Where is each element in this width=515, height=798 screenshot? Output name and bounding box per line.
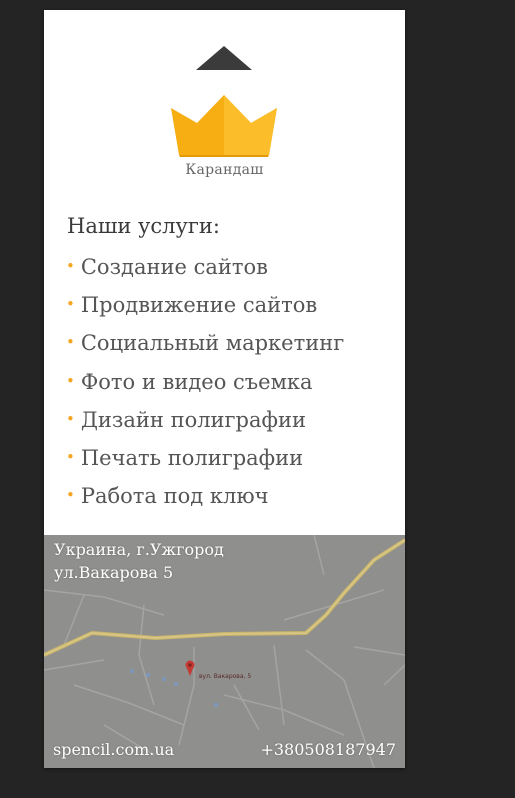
service-label: Печать полиграфии	[80, 445, 304, 470]
logo: Карандаш	[44, 10, 405, 200]
service-label: Фото и видео съемка	[80, 369, 313, 394]
service-item: • Создание сайтов	[66, 251, 344, 289]
logo-name: Карандаш	[185, 162, 264, 178]
services-list: • Создание сайтов • Продвижение сайтов • Со…	[66, 251, 344, 518]
service-item: • Продвижение сайтов	[66, 289, 344, 327]
bullet-icon: •	[66, 409, 75, 428]
service-item: • Печать полиграфии	[66, 442, 344, 480]
service-label: Создание сайтов	[80, 255, 268, 279]
address-line1: Украина, г.Ужгород	[54, 540, 224, 559]
service-label: Работа под ключ	[80, 484, 269, 509]
service-item: • Работа под ключ	[66, 480, 344, 518]
bullet-icon: •	[66, 486, 75, 505]
service-label: Продвижение сайтов	[80, 293, 318, 318]
bullet-icon: •	[66, 447, 75, 466]
bullet-icon: •	[66, 295, 75, 314]
service-label: Дизайн полиграфии	[80, 407, 306, 432]
marker-label: вул. Вакарова, 5	[199, 673, 251, 680]
map-marker-icon[interactable]	[185, 660, 195, 677]
services-title: Наши услуги:	[67, 214, 220, 238]
website-link[interactable]: spencil.com.ua	[53, 740, 174, 759]
phone-link[interactable]: +380508187947	[260, 740, 396, 759]
service-item: • Социальный маркетинг	[66, 327, 344, 365]
service-label: Социальный маркетинг	[80, 331, 345, 356]
bullet-icon: •	[66, 257, 75, 275]
bullet-icon: •	[66, 333, 75, 352]
bullet-icon: •	[66, 371, 75, 390]
location-map[interactable]: вул. Вакарова, 5 Украина, г.Ужгород ул.В…	[44, 535, 405, 768]
address-line2: ул.Вакарова 5	[54, 563, 174, 582]
info-card: Карандаш Наши услуги: • Создание сайтов •…	[44, 10, 405, 768]
service-item: • Фото и видео съемка	[66, 366, 344, 404]
service-item: • Дизайн полиграфии	[66, 404, 344, 442]
